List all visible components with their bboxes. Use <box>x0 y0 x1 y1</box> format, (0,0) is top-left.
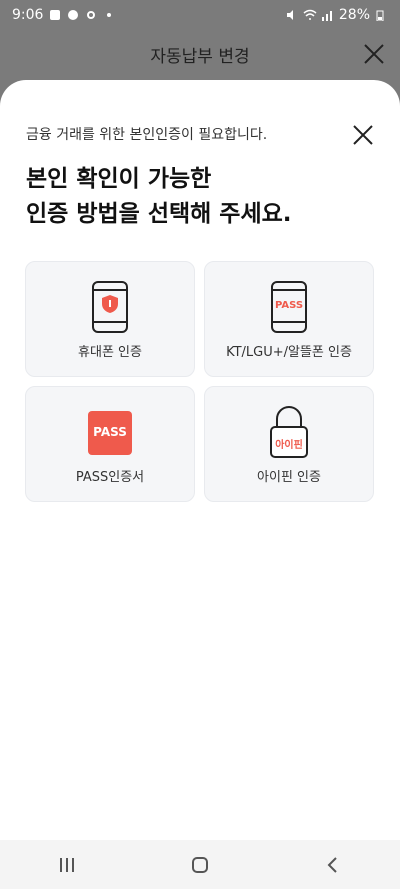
auth-bottom-sheet: 금융 거래를 위한 본인인증이 필요합니다. 본인 확인이 가능한 인증 방법을… <box>0 80 400 840</box>
mute-icon <box>285 9 297 21</box>
method-label: 휴대폰 인증 <box>78 345 142 360</box>
app-header: 자동납부 변경 <box>0 30 400 80</box>
recent-apps-icon[interactable] <box>47 850 87 880</box>
method-label: PASS인증서 <box>75 470 145 485</box>
pass-badge-text: PASS <box>93 425 127 439</box>
sheet-title: 본인 확인이 가능한 인증 방법을 선택해 주세요. <box>26 166 292 227</box>
method-card-phone[interactable]: 휴대폰 인증 <box>25 261 195 377</box>
phone-pass-icon: PASS <box>269 280 309 338</box>
compass-icon <box>67 9 79 21</box>
ipin-badge-text: 아이핀 <box>275 440 303 451</box>
method-label: 아이핀 인증 <box>257 470 321 485</box>
status-right: 28% <box>285 7 388 23</box>
status-time: 9:06 <box>12 7 44 23</box>
method-card-ipin[interactable]: 아이핀 아이핀 인증 <box>204 386 374 502</box>
method-card-kt-lgu[interactable]: PASS KT/LGU+/알뜰폰 인증 <box>204 261 374 377</box>
battery-icon <box>376 9 388 22</box>
sheet-subtitle: 금융 거래를 위한 본인인증이 필요합니다. <box>26 127 268 143</box>
pass-icon: PASS <box>88 411 132 455</box>
back-icon[interactable] <box>313 850 353 880</box>
home-icon[interactable] <box>180 850 220 880</box>
signal-icon <box>321 9 333 21</box>
method-card-pass[interactable]: PASS PASS인증서 <box>25 386 195 502</box>
battery-percent: 28% <box>338 7 370 23</box>
phone-shield-icon <box>90 280 130 338</box>
dot-icon <box>103 9 115 21</box>
wifi-icon <box>303 9 317 21</box>
status-bar: 9:06 28% <box>0 0 400 30</box>
close-icon[interactable] <box>362 42 386 66</box>
header-title: 자동납부 변경 <box>150 47 250 67</box>
method-label: KT/LGU+/알뜰폰 인증 <box>226 345 352 360</box>
status-left: 9:06 <box>12 7 115 23</box>
flower-icon <box>85 9 97 21</box>
android-nav-bar <box>0 840 400 889</box>
ipin-lock-icon: 아이핀 <box>265 405 313 465</box>
sheet-close-icon[interactable] <box>350 122 376 148</box>
gallery-icon <box>49 9 61 21</box>
pass-badge-text: PASS <box>274 300 304 311</box>
